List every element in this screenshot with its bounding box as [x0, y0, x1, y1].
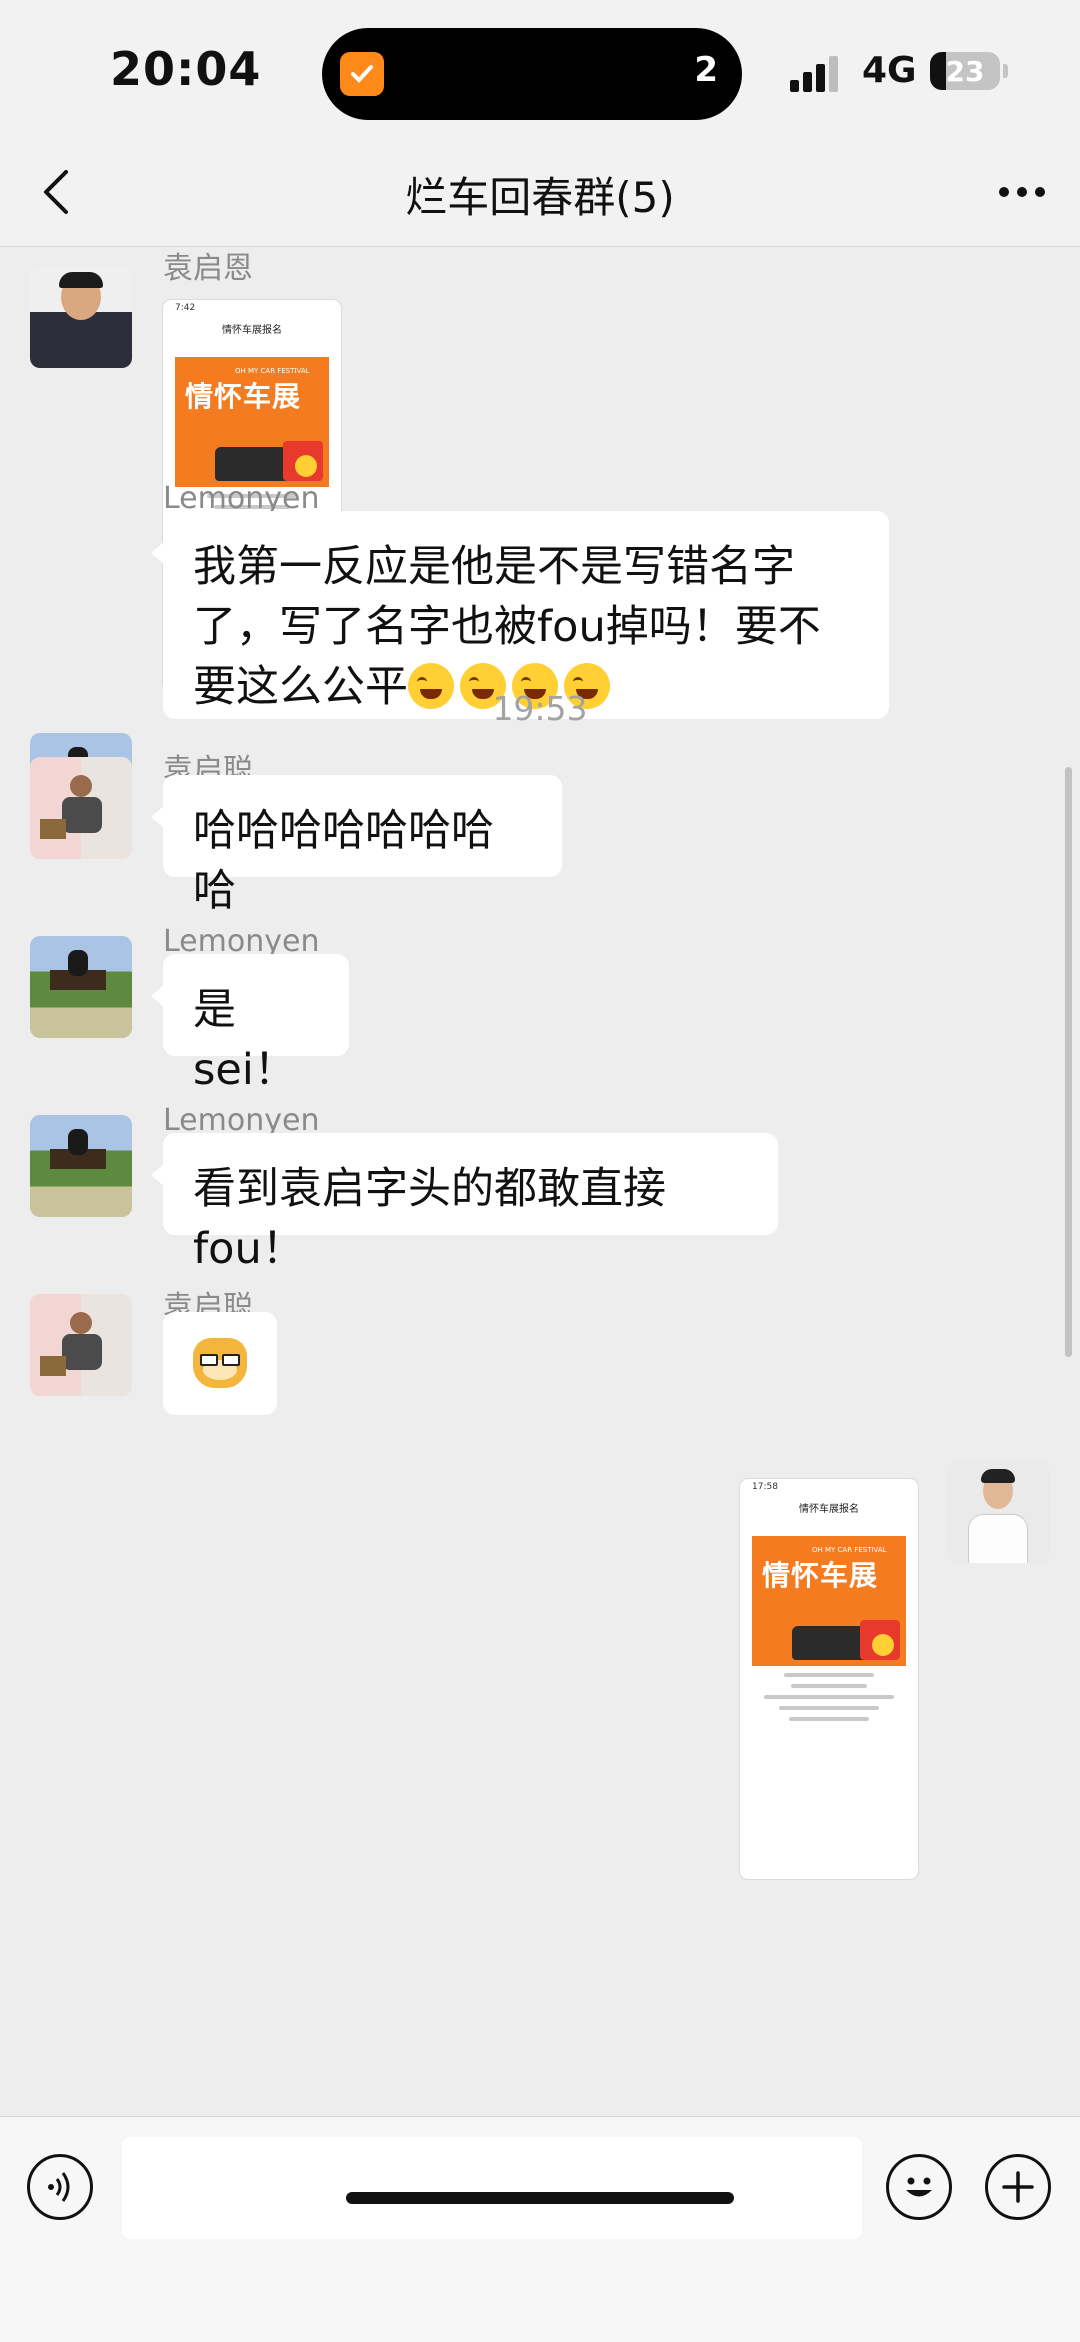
poster-tag: OH MY CAR FESTIVAL [812, 1546, 887, 1554]
event-poster: OH MY CAR FESTIVAL 情怀车展 [752, 1536, 906, 1666]
emoji-icon [906, 2177, 932, 2197]
sticker-message[interactable] [163, 1312, 277, 1415]
avatar[interactable] [30, 1115, 132, 1217]
status-bar: 20:04 2 4G 23 [0, 0, 1080, 140]
avatar-hair [981, 1469, 1015, 1483]
dynamic-island[interactable]: 2 [322, 28, 742, 120]
avatar-face [70, 1312, 92, 1334]
task-app-icon [340, 52, 384, 96]
avatar[interactable] [30, 266, 132, 368]
input-bar [0, 2116, 1080, 2342]
chat-title: 烂车回春群(5) [405, 173, 675, 222]
sender-name: 袁启恩 [163, 251, 253, 286]
avatar[interactable] [30, 936, 132, 1038]
status-time: 20:04 [110, 42, 262, 96]
message-text: 我第一反应是他是不是写错名字了，写了名字也被fou掉吗！要不要这么公平 [193, 542, 821, 712]
avatar-box [40, 819, 66, 839]
plus-button[interactable] [985, 2154, 1051, 2220]
home-indicator[interactable] [346, 2192, 734, 2204]
message-bubble[interactable]: 我第一反应是他是不是写错名字了，写了名字也被fou掉吗！要不要这么公平 [151, 511, 889, 719]
scrollbar[interactable] [1065, 767, 1072, 1357]
voice-button[interactable] [27, 2154, 93, 2220]
avatar-box [40, 1356, 66, 1376]
poster-text-lines [740, 1673, 918, 1721]
event-poster: OH MY CAR FESTIVAL 情怀车展 [175, 357, 329, 487]
more-button[interactable] [994, 174, 1050, 210]
shot-status-time: 17:58 [752, 1482, 778, 1492]
network-type: 4G [862, 50, 917, 91]
battery-percent: 23 [945, 55, 985, 88]
message-bubble[interactable]: 哈哈哈哈哈哈哈哈 [151, 775, 562, 916]
avatar-hair [59, 272, 103, 288]
poster-title: 情怀车展 [185, 380, 302, 413]
more-dots-icon [999, 187, 1045, 197]
island-count: 2 [694, 50, 718, 90]
sunglasses-right [222, 1354, 240, 1366]
emoji-button[interactable] [886, 2154, 952, 2220]
battery-cap [1003, 64, 1008, 78]
poster-sun-shape [295, 455, 317, 477]
message-bubble[interactable]: 看到袁启字头的都敢直接fou！ [151, 1133, 778, 1274]
sunglasses-left [200, 1354, 218, 1366]
avatar-person [68, 950, 88, 976]
poster-tag: OH MY CAR FESTIVAL [235, 367, 310, 375]
doge-icon [193, 1338, 247, 1388]
self-avatar[interactable] [947, 1461, 1049, 1563]
avatar-person [68, 1129, 88, 1155]
chat-nav-bar: 烂车回春群(5) [0, 140, 1080, 247]
avatar-face [70, 775, 92, 797]
message-list[interactable]: 袁启恩 7:42 情怀车展报名 OH MY CAR FESTIVAL 情怀车展 … [0, 247, 1080, 2115]
time-divider: 19:53 [492, 689, 588, 728]
battery-icon: 23 [930, 52, 1000, 90]
poster-sun-shape [872, 1634, 894, 1656]
avatar-body [62, 1334, 102, 1370]
shot-status-time: 7:42 [175, 303, 196, 313]
image-message[interactable]: 17:58 情怀车展报名 OH MY CAR FESTIVAL 情怀车展 [740, 1479, 918, 1879]
message-text: 看到袁启字头的都敢直接fou！ [193, 1164, 666, 1274]
message-bubble[interactable]: 是sei！ [151, 954, 349, 1095]
avatar[interactable] [30, 1294, 132, 1396]
avatar-body [62, 797, 102, 833]
plus-icon [1002, 2171, 1034, 2203]
cellular-signal-icon [790, 52, 842, 92]
message-text: 哈哈哈哈哈哈哈哈 [193, 806, 494, 916]
message-text: 是sei！ [193, 985, 297, 1095]
avatar-body [969, 1515, 1027, 1563]
avatar[interactable] [30, 757, 132, 859]
voice-icon [48, 2172, 70, 2202]
shot-title: 情怀车展报名 [222, 325, 282, 336]
message-input[interactable] [122, 2137, 862, 2239]
poster-title: 情怀车展 [762, 1559, 879, 1592]
shot-title: 情怀车展报名 [799, 1504, 859, 1515]
